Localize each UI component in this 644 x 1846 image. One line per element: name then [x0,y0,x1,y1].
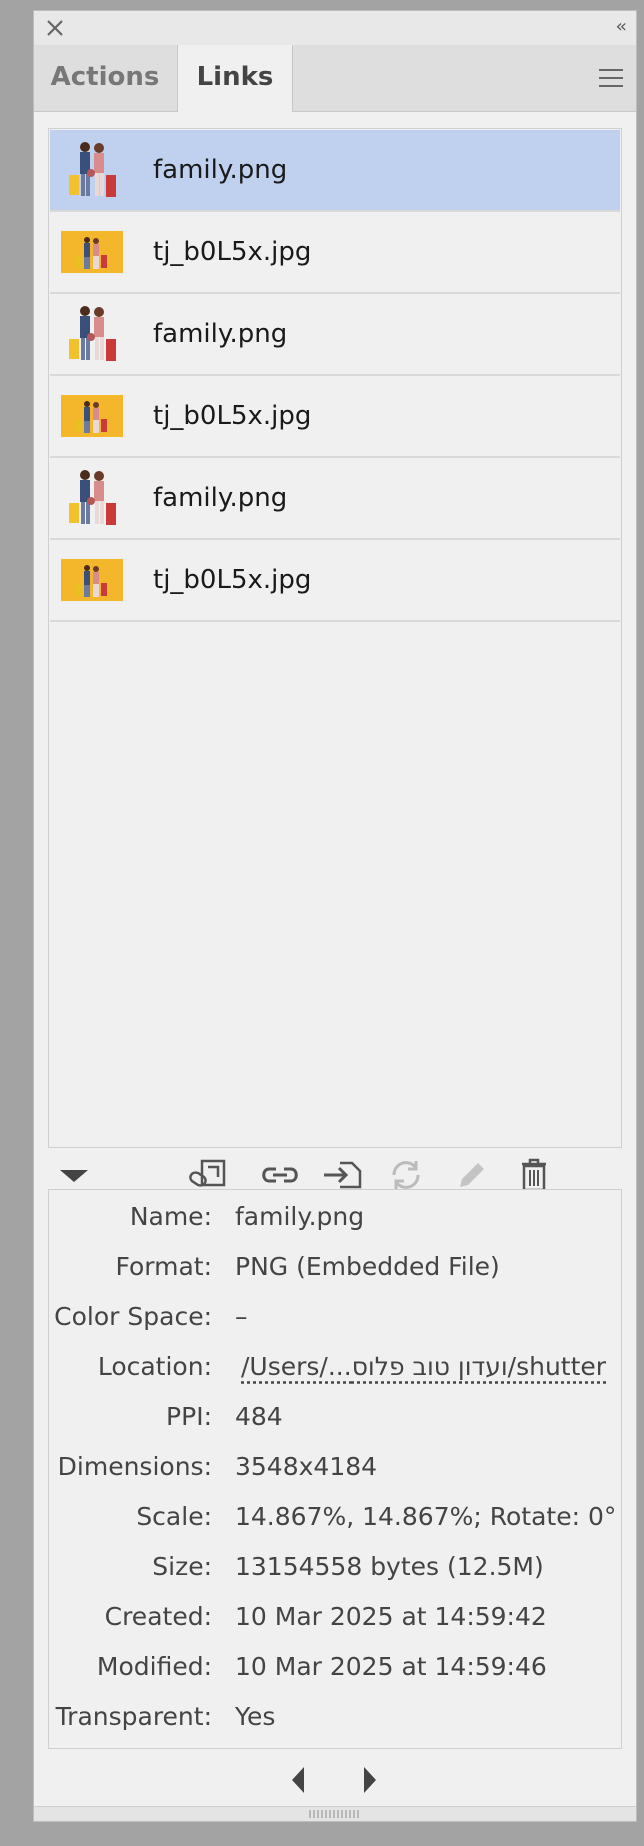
link-name: tj_b0L5x.jpg [153,237,312,267]
link-row[interactable]: family.png [50,294,620,376]
info-row-ppi: PPI: 484 [49,1392,621,1442]
link-name: tj_b0L5x.jpg [153,401,312,431]
info-label: Dimensions: [57,1452,212,1481]
update-link-icon[interactable] [384,1157,428,1193]
info-navigation [34,1761,636,1801]
info-label: Name: [129,1202,212,1231]
yellow-thumbnail-icon [61,559,123,601]
link-info-section: Name: family.png Format: PNG (Embedded F… [48,1189,622,1749]
info-row-created: Created: 10 Mar 2025 at 14:59:42 [49,1592,621,1642]
family-thumbnail-icon [69,470,116,525]
tab-bar: Actions Links [34,45,636,112]
info-value: 10 Mar 2025 at 14:59:46 [235,1652,547,1681]
collapse-panel-icon[interactable]: ‹‹ [616,16,628,37]
family-thumbnail-icon [69,142,116,197]
relink-from-cc-icon[interactable] [186,1157,230,1193]
info-value: Yes [235,1702,276,1731]
link-row[interactable]: tj_b0L5x.jpg [50,212,620,294]
info-label: Color Space: [54,1302,212,1331]
go-to-link-icon[interactable] [320,1157,364,1193]
info-label: Location: [97,1352,212,1381]
link-name: family.png [153,319,288,349]
info-value: 14.867%, 14.867%; Rotate: 0° [235,1502,617,1531]
info-label: Modified: [96,1652,212,1681]
links-panel: ‹‹ Actions Links family.png tj_b0L5x.jpg… [33,10,637,1822]
link-name: tj_b0L5x.jpg [153,565,312,595]
tab-actions[interactable]: Actions [34,45,176,111]
relink-icon[interactable] [258,1157,302,1193]
info-row-name: Name: family.png [49,1192,621,1242]
delete-icon[interactable] [512,1157,556,1193]
info-row-size: Size: 13154558 bytes (12.5M) [49,1542,621,1592]
panel-menu-icon[interactable] [598,67,624,89]
link-row[interactable]: family.png [50,458,620,540]
yellow-thumbnail-icon [61,231,123,273]
close-icon[interactable] [44,17,66,39]
info-label: Transparent: [55,1702,212,1731]
location-link[interactable]: /Users/...ועדון טוב פלוס/shutter [241,1342,606,1392]
info-row-scale: Scale: 14.867%, 14.867%; Rotate: 0° [49,1492,621,1542]
info-value: PNG (Embedded File) [235,1252,500,1281]
link-row[interactable]: tj_b0L5x.jpg [50,540,620,622]
next-arrow-icon[interactable] [360,1765,380,1795]
info-row-transparent: Transparent: Yes [49,1692,621,1742]
previous-arrow-icon[interactable] [288,1765,308,1795]
family-thumbnail-icon [69,306,116,361]
info-label: Format: [115,1252,212,1281]
info-row-dimensions: Dimensions: 3548x4184 [49,1442,621,1492]
grip-icon [309,1810,359,1818]
info-label: Created: [104,1602,212,1631]
info-value: 10 Mar 2025 at 14:59:42 [235,1602,547,1631]
links-list: family.png tj_b0L5x.jpg family.png tj_b0… [48,128,622,1148]
info-value: 484 [235,1402,283,1431]
info-label: Scale: [136,1502,212,1531]
info-value: 13154558 bytes (12.5M) [235,1552,544,1581]
info-label: Size: [152,1552,212,1581]
yellow-thumbnail-icon [61,395,123,437]
link-name: family.png [153,483,288,513]
info-label: PPI: [166,1402,212,1431]
panel-titlebar: ‹‹ [34,11,636,46]
resize-grip[interactable] [34,1806,636,1821]
info-row-format: Format: PNG (Embedded File) [49,1242,621,1292]
info-value: 3548x4184 [235,1452,378,1481]
link-row[interactable]: family.png [50,130,620,212]
tab-links[interactable]: Links [177,45,293,112]
info-row-modified: Modified: 10 Mar 2025 at 14:59:46 [49,1642,621,1692]
link-row[interactable]: tj_b0L5x.jpg [50,376,620,458]
disclosure-triangle-icon[interactable] [52,1157,96,1193]
info-value: – [235,1302,248,1331]
info-value: family.png [235,1202,365,1231]
info-row-color-space: Color Space: – [49,1292,621,1342]
edit-original-icon[interactable] [448,1157,492,1193]
info-row-location: Location: /Users/...ועדון טוב פלוס/shutt… [49,1342,621,1392]
link-name: family.png [153,155,288,185]
